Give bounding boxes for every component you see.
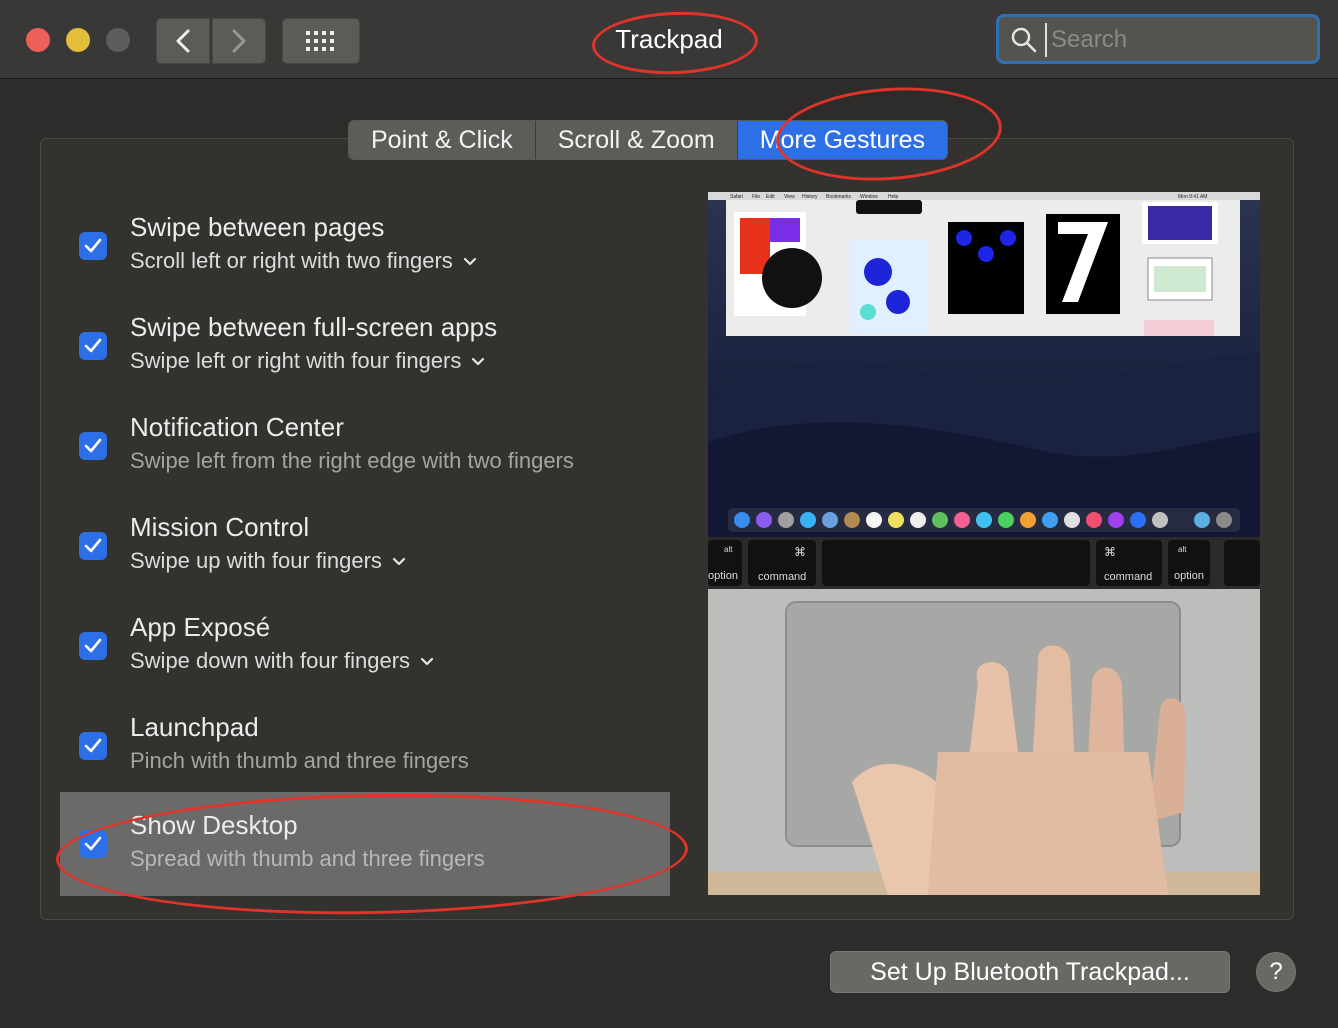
menubar-item-file: File (752, 194, 760, 200)
gesture-title: Mission Control (130, 512, 310, 542)
checkmark-icon (84, 638, 102, 653)
checkmark-icon (84, 438, 102, 453)
key-option-label: option (1174, 570, 1204, 582)
gesture-title: Launchpad (130, 712, 259, 742)
setup-bluetooth-trackpad-button[interactable]: Set Up Bluetooth Trackpad... (830, 951, 1230, 993)
gesture-swipe-between-pages: Swipe between pages Scroll left or right… (60, 194, 670, 294)
title-bar: Trackpad (0, 0, 1338, 79)
tab-scroll-zoom[interactable]: Scroll & Zoom (535, 121, 738, 159)
gesture-title: Swipe between pages (130, 212, 385, 242)
gesture-notification-center: Notification Center Swipe left from the … (60, 394, 670, 494)
gesture-preview-video: Safari File Edit View History Bookmarks … (708, 192, 1260, 895)
gesture-description: Swipe left from the right edge with two … (130, 448, 574, 473)
menubar-item-bookmarks: Bookmarks (826, 194, 852, 200)
search-icon (1011, 27, 1037, 53)
gesture-show-desktop[interactable]: Show Desktop Spread with thumb and three… (60, 792, 670, 896)
search-input[interactable] (1045, 23, 1313, 57)
menubar-item-history: History (802, 194, 818, 200)
checkbox[interactable] (79, 232, 107, 260)
gesture-description: Swipe up with four fingers (130, 548, 382, 573)
gesture-title: Notification Center (130, 412, 344, 442)
chevron-down-icon (420, 658, 434, 666)
checkbox[interactable] (79, 532, 107, 560)
checkmark-icon (84, 738, 102, 753)
checkmark-icon (84, 238, 102, 253)
gesture-title: App Exposé (130, 612, 271, 642)
chevron-down-icon (392, 558, 406, 566)
gesture-option-menu[interactable]: Swipe left or right with four fingers (130, 348, 485, 374)
gesture-swipe-full-screen-apps: Swipe between full-screen apps Swipe lef… (60, 294, 670, 394)
checkbox[interactable] (79, 432, 107, 460)
checkmark-icon (84, 338, 102, 353)
checkmark-icon (84, 836, 102, 851)
chevron-down-icon (463, 258, 476, 266)
gesture-description: Scroll left or right with two fingers (130, 248, 453, 273)
menubar-item-safari: Safari (730, 194, 743, 200)
gesture-description: Pinch with thumb and three fingers (130, 748, 469, 773)
tab-bar: Point & Click Scroll & Zoom More Gesture… (348, 120, 949, 160)
key-command-label: command (1104, 571, 1152, 583)
chevron-down-icon (472, 358, 485, 366)
search-field[interactable] (996, 14, 1320, 64)
key-option-symbol: alt (724, 545, 733, 554)
gesture-description: Spread with thumb and three fingers (130, 846, 485, 871)
key-option-symbol: alt (1178, 545, 1187, 554)
checkmark-icon (84, 538, 102, 553)
help-button[interactable]: ? (1256, 952, 1296, 992)
menubar-item-view: View (784, 194, 795, 200)
checkbox[interactable] (79, 830, 107, 858)
gesture-title: Show Desktop (130, 810, 298, 840)
gesture-option-menu[interactable]: Swipe down with four fingers (130, 648, 434, 674)
gesture-title: Swipe between full-screen apps (130, 312, 498, 342)
menubar-item-help: Help (888, 194, 899, 200)
gesture-description: Swipe left or right with four fingers (130, 348, 462, 373)
checkbox[interactable] (79, 332, 107, 360)
gesture-app-expose: App Exposé Swipe down with four fingers (60, 594, 670, 694)
checkbox[interactable] (79, 632, 107, 660)
preview-illustration: Safari File Edit View History Bookmarks … (708, 192, 1260, 895)
gesture-description: Swipe down with four fingers (130, 648, 411, 673)
gesture-option-menu[interactable]: Scroll left or right with two fingers (130, 248, 477, 274)
menubar-item-edit: Edit (766, 194, 775, 200)
checkbox[interactable] (79, 732, 107, 760)
tab-more-gestures[interactable]: More Gestures (737, 121, 948, 159)
key-option-label: option (708, 570, 738, 582)
key-command-symbol: ⌘ (1104, 545, 1116, 559)
gesture-option-menu[interactable]: Swipe up with four fingers (130, 548, 406, 574)
tab-point-click[interactable]: Point & Click (349, 121, 536, 159)
menubar-item-window: Window (860, 194, 878, 200)
key-command-label: command (758, 571, 806, 583)
menubar-clock: Mon 9:41 AM (1178, 194, 1207, 200)
key-command-symbol: ⌘ (794, 545, 806, 559)
gesture-mission-control: Mission Control Swipe up with four finge… (60, 494, 670, 594)
gesture-launchpad: Launchpad Pinch with thumb and three fin… (60, 694, 670, 794)
